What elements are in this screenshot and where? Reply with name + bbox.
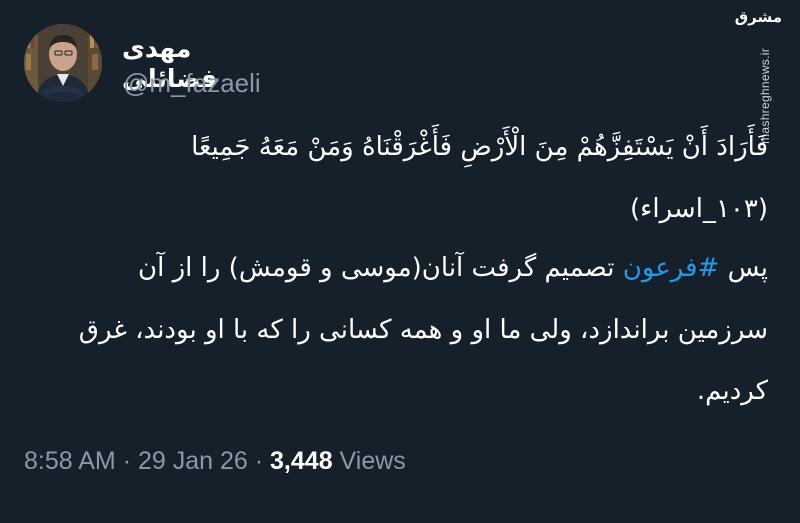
watermark-logo: مشرق bbox=[734, 8, 782, 26]
hashtag-link[interactable]: #فرعون bbox=[623, 253, 720, 283]
tweet-text-line-3: پس #فرعون تصمیم گرفت آنان(موسی و قومش) ر… bbox=[48, 251, 768, 285]
tweet-card: مهدی فضائلی @m_fazaeli مشرق mashreghnews… bbox=[0, 0, 800, 523]
separator: · bbox=[254, 447, 264, 475]
tweet-date[interactable]: 29 Jan 26 bbox=[138, 447, 248, 475]
tweet-text-segment: تصمیم گرفت آنان(موسی و قومش) را از آن bbox=[138, 253, 623, 283]
tweet-text-line-1: فَأَرَادَ أَنْ يَسْتَفِزَّهُمْ مِنَ الْأ… bbox=[191, 132, 768, 162]
tweet-text-line-4: سرزمین براندازد، ولی ما او و همه کسانی ر… bbox=[78, 315, 768, 345]
tweet-meta: 8:58 AM · 29 Jan 26 · 3,448 Views bbox=[24, 446, 406, 476]
separator: · bbox=[122, 447, 132, 475]
user-handle[interactable]: @m_fazaeli bbox=[123, 68, 261, 98]
tweet-text-line-5: کردیم. bbox=[696, 376, 768, 406]
views-count: 3,448 bbox=[270, 447, 333, 475]
avatar-image bbox=[24, 24, 102, 102]
avatar[interactable] bbox=[24, 24, 102, 102]
views-label: Views bbox=[339, 447, 406, 475]
tweet-text-segment: پس bbox=[719, 253, 768, 283]
tweet-text-line-2: (۱۰۳_اسراء) bbox=[629, 194, 768, 224]
tweet-time[interactable]: 8:58 AM bbox=[24, 447, 116, 475]
